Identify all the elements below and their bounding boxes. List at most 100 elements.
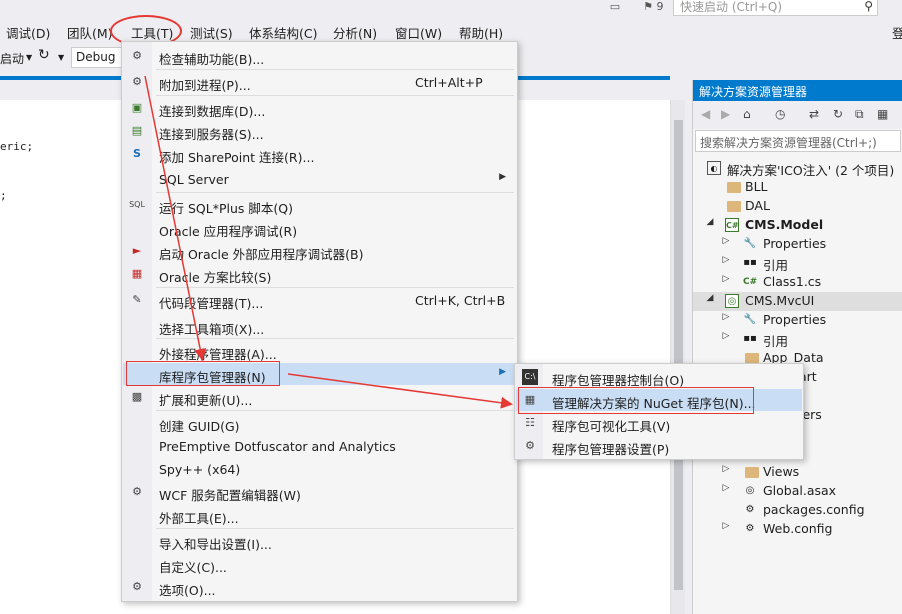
menu-team[interactable]: 团队(M) (67, 23, 113, 42)
menu-item-code-snippets-manager[interactable]: ✎ 代码段管理器(T)... Ctrl+K, Ctrl+B (123, 289, 516, 311)
forward-icon[interactable]: ▶ (721, 107, 730, 121)
menu-item-dotfuscator[interactable]: PreEmptive Dotfuscator and Analytics (123, 435, 516, 457)
references-icon: ▪▪ (743, 333, 757, 344)
solution-search-input[interactable]: 搜索解决方案资源管理器(Ctrl+;) (695, 130, 901, 152)
menu-item-attach-to-process[interactable]: ⚙ 附加到进程(P)... Ctrl+Alt+P (123, 71, 516, 93)
tree-node-file[interactable]: ▷ C# Class1.cs (693, 273, 902, 292)
menu-item-run-sqlplus[interactable]: SQL 运行 SQL*Plus 脚本(Q) (123, 194, 516, 216)
menu-item-wcf-config-editor[interactable]: ⚙ WCF 服务配置编辑器(W) (123, 481, 516, 503)
menu-window[interactable]: 窗口(W) (395, 23, 442, 42)
submenu-item-package-visualizer[interactable]: ☷ 程序包可视化工具(V) (516, 412, 802, 434)
collapsed-arrow-icon[interactable]: ▷ (721, 236, 731, 246)
start-dropdown-icon[interactable]: ▼ (26, 53, 32, 62)
tree-node-solution[interactable]: ◐ 解决方案'ICO注入' (2 个项目) (693, 159, 902, 178)
tree-node-file[interactable]: ▷ ◎ Global.asax (693, 482, 902, 501)
history-icon[interactable]: ◷ (775, 107, 785, 121)
menu-item-create-guid[interactable]: 创建 GUID(G) (123, 412, 516, 434)
wcf-config-icon: ⚙ (132, 485, 142, 498)
menu-item-oracle-external-debugger[interactable]: ► 启动 Oracle 外部应用程序调试器(B) (123, 240, 516, 262)
tree-node-references[interactable]: ▷ ▪▪ 引用 (693, 330, 902, 349)
collapsed-arrow-icon[interactable]: ▷ (721, 521, 731, 531)
tree-node-file[interactable]: ⚙ packages.config (693, 501, 902, 520)
properties-icon[interactable]: ▦ (877, 107, 888, 121)
submenu-item-manage-nuget-packages[interactable]: ▦ 管理解决方案的 NuGet 程序包(N)... (516, 389, 802, 411)
editor-scrollbar[interactable] (670, 100, 685, 614)
back-icon[interactable]: ◀ (701, 107, 710, 121)
collapsed-arrow-icon[interactable]: ▷ (721, 483, 731, 493)
collapse-all-icon[interactable]: ⧉ (855, 107, 864, 122)
menu-tools[interactable]: 工具(T) (131, 23, 173, 42)
menu-separator (156, 528, 514, 529)
tree-node-folder[interactable]: DAL (693, 197, 902, 216)
menu-item-accessibility-checker[interactable]: ⚙ 检查辅助功能(B)... (123, 45, 516, 67)
search-icon[interactable]: ⚲ (864, 0, 873, 14)
quick-launch-input[interactable]: 快速启动 (Ctrl+Q) ⚲ (673, 0, 878, 16)
quick-launch-placeholder: 快速启动 (Ctrl+Q) (680, 0, 783, 14)
scrollbar-thumb[interactable] (674, 120, 683, 590)
attach-process-icon: ⚙ (132, 75, 142, 88)
configuration-value: Debug (76, 50, 116, 64)
collapsed-arrow-icon[interactable]: ▷ (721, 274, 731, 284)
submenu-arrow-icon: ▶ (499, 367, 506, 377)
start-button[interactable]: 启动 (0, 50, 24, 67)
notification-icon[interactable]: ▭ (607, 0, 623, 14)
config-file-icon: ⚙ (745, 504, 755, 515)
menu-item-oracle-debug[interactable]: Oracle 应用程序调试(R) (123, 217, 516, 239)
submenu-item-package-manager-settings[interactable]: ⚙ 程序包管理器设置(P) (516, 435, 802, 457)
expanded-arrow-icon[interactable]: ◢ (705, 293, 715, 303)
menu-test[interactable]: 测试(S) (190, 23, 233, 42)
menu-debug[interactable]: 调试(D) (6, 23, 50, 42)
accessibility-icon: ⚙ (132, 49, 142, 62)
extensions-icon: ▩ (131, 390, 143, 403)
menu-help[interactable]: 帮助(H) (459, 23, 503, 42)
menu-item-add-sharepoint[interactable]: S 添加 SharePoint 连接(R)... (123, 143, 516, 165)
collapsed-arrow-icon[interactable]: ▷ (721, 331, 731, 341)
tree-node-project[interactable]: ◢ ◎ CMS.MvcUI (693, 292, 902, 311)
menu-item-customize[interactable]: 自定义(C)... (123, 553, 516, 575)
menu-item-connect-database[interactable]: ▣ 连接到数据库(D)... (123, 97, 516, 119)
menu-item-spy-plus-plus[interactable]: Spy++ (x64) (123, 458, 516, 480)
solution-explorer-title: 解决方案资源管理器 (693, 80, 902, 101)
menu-item-library-package-manager[interactable]: 库程序包管理器(N) ▶ (123, 363, 516, 385)
tree-node-folder[interactable]: BLL (693, 178, 902, 197)
tree-node-file[interactable]: ▷ ⚙ Web.config (693, 520, 902, 539)
references-icon: ▪▪ (743, 257, 757, 268)
menu-item-addin-manager[interactable]: 外接程序管理器(A)... (123, 340, 516, 362)
collapsed-arrow-icon[interactable]: ▷ (721, 255, 731, 265)
collapsed-arrow-icon[interactable]: ▷ (721, 464, 731, 474)
global-asax-icon: ◎ (745, 485, 755, 496)
expanded-arrow-icon[interactable]: ◢ (705, 217, 715, 227)
tree-node-references[interactable]: ▷ ▪▪ 引用 (693, 254, 902, 273)
nuget-package-icon: ▦ (524, 393, 536, 406)
sync-icon[interactable]: ⇄ (809, 107, 819, 121)
tree-node-properties[interactable]: ▷ 🔧 Properties (693, 311, 902, 330)
sign-in-label[interactable]: 登 (892, 23, 902, 42)
folder-icon (727, 201, 741, 212)
menu-item-extensions-updates[interactable]: ▩ 扩展和更新(U)... (123, 386, 516, 408)
menu-item-sql-server[interactable]: SQL Server ▶ (123, 168, 516, 190)
collapsed-arrow-icon[interactable]: ▷ (721, 312, 731, 322)
refresh-dropdown-icon[interactable]: ▼ (58, 53, 64, 62)
refresh-icon[interactable]: ↻ (833, 107, 843, 121)
csharp-file-icon: C# (743, 277, 758, 287)
menu-item-options[interactable]: ⚙ 选项(O)... (123, 576, 516, 598)
tree-node-properties[interactable]: ▷ 🔧 Properties (693, 235, 902, 254)
menu-item-import-export-settings[interactable]: 导入和导出设置(I)... (123, 530, 516, 552)
folder-icon (745, 467, 759, 478)
home-icon[interactable]: ⌂ (743, 107, 751, 121)
menu-item-oracle-schema-compare[interactable]: ▦ Oracle 方案比较(S) (123, 263, 516, 285)
refresh-icon[interactable]: ↻ (38, 47, 50, 63)
menu-item-choose-toolbox-items[interactable]: 选择工具箱项(X)... (123, 315, 516, 337)
visualizer-icon: ☷ (525, 416, 535, 429)
tree-node-folder[interactable]: ▷ Views (693, 463, 902, 482)
menu-separator (156, 338, 514, 339)
connect-database-icon: ▣ (131, 101, 143, 114)
menu-architecture[interactable]: 体系结构(C) (249, 23, 317, 42)
submenu-item-package-manager-console[interactable]: C:\ 程序包管理器控制台(O) (516, 366, 802, 388)
menu-analyze[interactable]: 分析(N) (333, 23, 377, 42)
title-strip: ▭ ⚑ 9 快速启动 (Ctrl+Q) ⚲ (0, 0, 902, 18)
tree-node-project[interactable]: ◢ C# CMS.Model (693, 216, 902, 235)
menu-item-external-tools[interactable]: 外部工具(E)... (123, 504, 516, 526)
menu-item-connect-server[interactable]: ▤ 连接到服务器(S)... (123, 120, 516, 142)
configuration-select[interactable]: Debug (71, 47, 125, 68)
